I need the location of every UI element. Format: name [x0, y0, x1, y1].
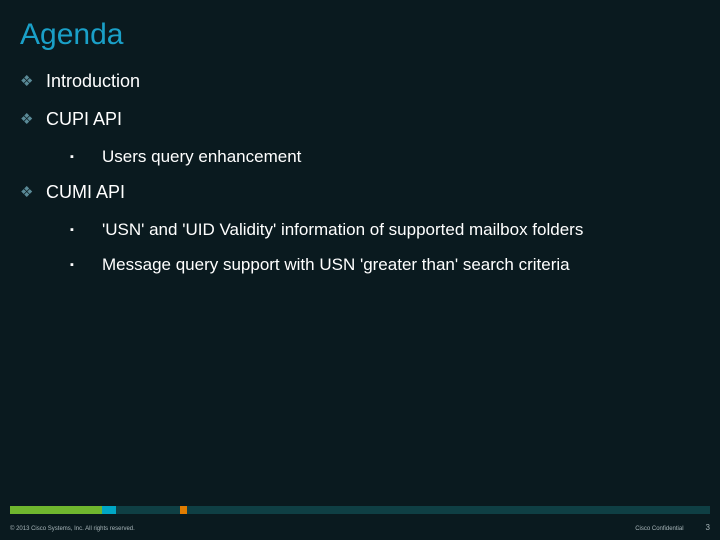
- footer-right: Cisco Confidential 3: [635, 523, 710, 532]
- slide: Agenda ❖ Introduction ❖ CUPI API ▪ Users…: [0, 0, 720, 540]
- footer-copyright: © 2013 Cisco Systems, Inc. All rights re…: [10, 526, 135, 532]
- square-bullet-icon: ▪: [70, 254, 80, 276]
- list-item: ❖ CUPI API: [20, 108, 720, 132]
- bar-segment: [102, 506, 116, 514]
- footer-confidential: Cisco Confidential: [635, 526, 683, 532]
- bar-segment: [10, 506, 102, 514]
- list-item: ▪ Users query enhancement: [70, 146, 720, 169]
- list-item-label: Users query enhancement: [102, 146, 301, 169]
- diamond-bullet-icon: ❖: [20, 70, 34, 94]
- list-item-label: Introduction: [46, 70, 140, 93]
- diamond-bullet-icon: ❖: [20, 181, 34, 205]
- list-item-label: CUPI API: [46, 108, 122, 131]
- list-item: ▪ Message query support with USN 'greate…: [70, 254, 720, 277]
- bar-segment: [116, 506, 180, 514]
- diamond-bullet-icon: ❖: [20, 108, 34, 132]
- list-item: ❖ Introduction: [20, 70, 720, 94]
- list-item-label: CUMI API: [46, 181, 125, 204]
- list-item: ▪ 'USN' and 'UID Validity' information o…: [70, 219, 720, 242]
- list-item-label: 'USN' and 'UID Validity' information of …: [102, 219, 583, 242]
- slide-title: Agenda: [20, 18, 720, 52]
- bar-segment: [180, 506, 187, 514]
- footer-accent-bar: [10, 506, 710, 514]
- square-bullet-icon: ▪: [70, 146, 80, 168]
- footer: © 2013 Cisco Systems, Inc. All rights re…: [10, 523, 710, 532]
- bar-segment: [187, 506, 710, 514]
- slide-content: ❖ Introduction ❖ CUPI API ▪ Users query …: [0, 70, 720, 277]
- sub-list: ▪ Users query enhancement: [20, 146, 720, 169]
- sub-list: ▪ 'USN' and 'UID Validity' information o…: [20, 219, 720, 277]
- list-item: ❖ CUMI API: [20, 181, 720, 205]
- square-bullet-icon: ▪: [70, 219, 80, 241]
- page-number: 3: [706, 523, 710, 532]
- list-item-label: Message query support with USN 'greater …: [102, 254, 570, 277]
